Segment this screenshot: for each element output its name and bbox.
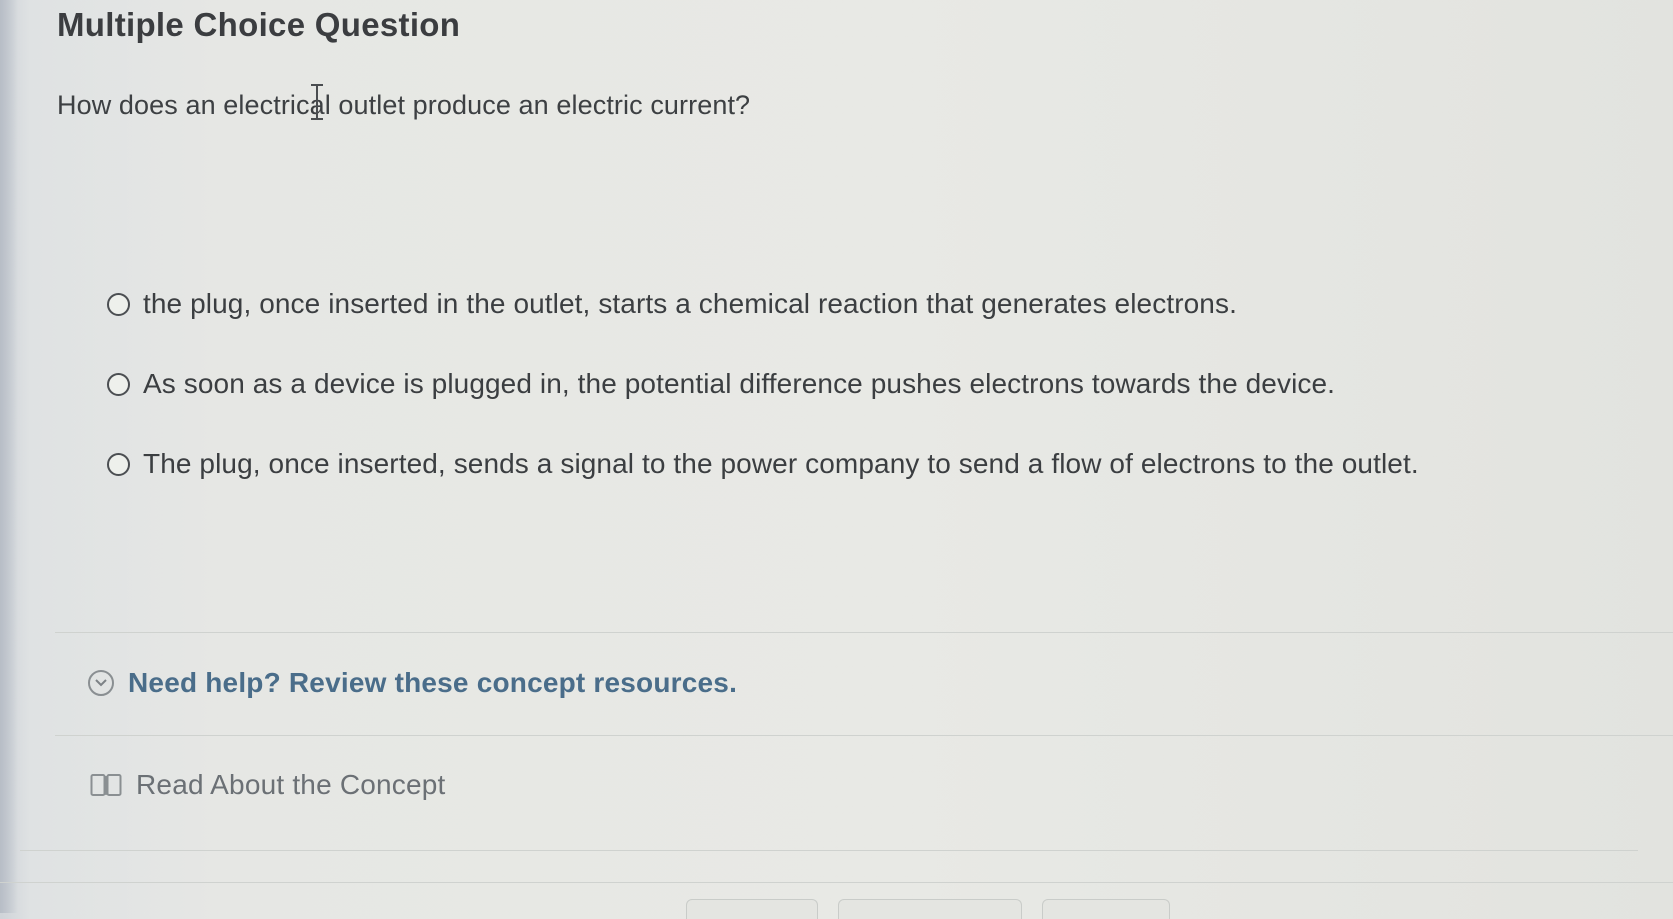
- text-cursor-icon: [311, 84, 323, 120]
- help-link-label: Need help? Review these concept resource…: [128, 667, 738, 698]
- divider: [55, 632, 1673, 633]
- window-edge-shadow: [0, 0, 18, 913]
- answer-option-label: As soon as a device is plugged in, the p…: [143, 368, 1336, 399]
- chevron-down-circle-icon: [88, 670, 114, 696]
- read-concept-label: Read About the Concept: [136, 769, 446, 800]
- book-icon: [90, 774, 122, 796]
- page-title: Multiple Choice Question: [57, 6, 461, 43]
- answer-option-label: the plug, once inserted in the outlet, s…: [143, 288, 1237, 319]
- radio-button[interactable]: [107, 452, 130, 476]
- answer-option-1[interactable]: the plug, once inserted in the outlet, s…: [107, 288, 1237, 320]
- question-text: How does an electrical outlet produce an…: [57, 90, 751, 120]
- nav-tab[interactable]: [686, 899, 818, 919]
- divider: [0, 882, 1673, 883]
- help-toggle[interactable]: Need help? Review these concept resource…: [88, 667, 737, 699]
- bottom-navigation: [0, 899, 1673, 919]
- answer-option-2[interactable]: As soon as a device is plugged in, the p…: [107, 368, 1335, 400]
- nav-tab[interactable]: [1042, 899, 1170, 919]
- radio-button[interactable]: [107, 292, 130, 316]
- read-concept-link[interactable]: Read About the Concept: [90, 769, 446, 801]
- answer-option-3[interactable]: The plug, once inserted, sends a signal …: [107, 448, 1419, 480]
- nav-tab[interactable]: [838, 899, 1022, 919]
- answer-option-label: The plug, once inserted, sends a signal …: [143, 448, 1419, 479]
- divider: [20, 850, 1638, 851]
- divider: [55, 735, 1673, 736]
- radio-button[interactable]: [107, 372, 130, 396]
